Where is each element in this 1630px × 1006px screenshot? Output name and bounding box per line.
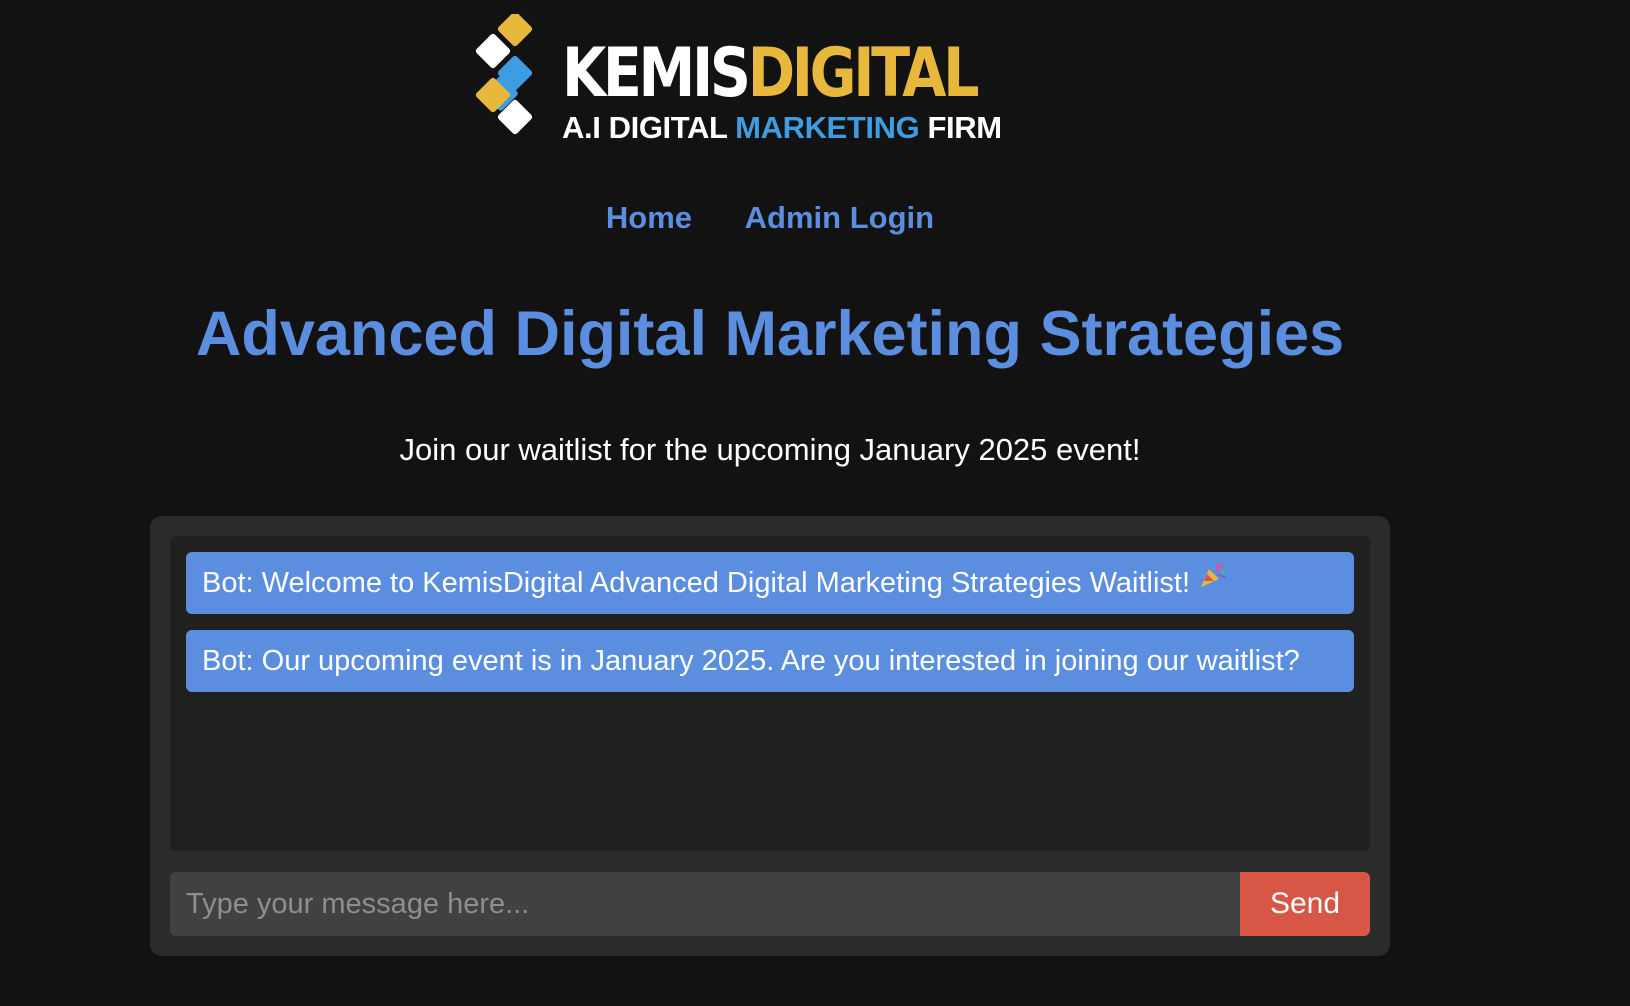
main-nav: Home Admin Login [0, 200, 1540, 236]
brand-tag-part1: A.I DIGITAL [562, 110, 736, 145]
chat-message-input[interactable] [170, 872, 1240, 936]
party-popper-icon [1198, 552, 1228, 612]
brand-word-kemis: KEMIS [562, 34, 751, 113]
diamond-logo-icon [475, 14, 533, 135]
bot-message-text: Bot: Welcome to KemisDigital Advanced Di… [202, 567, 1191, 599]
bot-message: Bot: Welcome to KemisDigital Advanced Di… [186, 552, 1354, 614]
bot-message: Bot: Our upcoming event is in January 20… [186, 630, 1354, 692]
nav-link-home[interactable]: Home [606, 200, 692, 235]
bot-message-text: Bot: Our upcoming event is in January 20… [202, 645, 1300, 677]
nav-link-admin-login[interactable]: Admin Login [745, 200, 934, 235]
page-subtitle: Join our waitlist for the upcoming Janua… [399, 432, 1141, 467]
brand-tag-part3: FIRM [919, 110, 1003, 145]
page: KEMISDIGITAL A.I DIGITAL MARKETING FIRM … [0, 0, 1630, 1006]
brand-wordmark: KEMISDIGITAL [562, 40, 980, 108]
brand-word-digital: DIGITAL [747, 34, 980, 113]
chat-widget: Bot: Welcome to KemisDigital Advanced Di… [150, 516, 1390, 956]
page-title: Advanced Digital Marketing Strategies [195, 299, 1345, 369]
brand-tagline: A.I DIGITAL MARKETING FIRM [562, 112, 1002, 144]
send-button[interactable]: Send [1240, 872, 1370, 936]
brand-tag-part2: MARKETING [735, 110, 920, 145]
chat-input-row: Send [170, 872, 1370, 936]
chat-messages[interactable]: Bot: Welcome to KemisDigital Advanced Di… [170, 536, 1370, 851]
brand-logo[interactable]: KEMISDIGITAL A.I DIGITAL MARKETING FIRM [468, 14, 1068, 154]
